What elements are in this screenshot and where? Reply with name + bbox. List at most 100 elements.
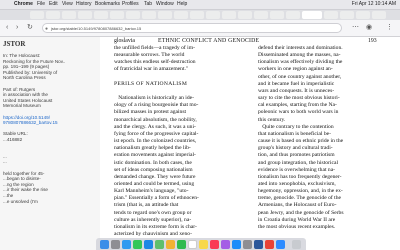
browser-tab[interactable] [286,11,300,19]
lock-icon[interactable]: ● [45,24,48,32]
text-line: set of ideas composing nationalism [114,166,193,173]
running-head-left: gloslavia [114,38,135,44]
back-icon[interactable]: ‹ [6,24,8,32]
browser-tab[interactable] [142,11,156,19]
browser-tab[interactable] [174,11,188,19]
pdf-page-view[interactable]: gloslavia ETHNIC CONFLICT AND GENOCIDE 1… [100,37,400,250]
text-line: of fratricidal war in amazement." [114,66,189,73]
zoom-icon[interactable] [276,240,285,249]
browser-tab[interactable] [270,11,284,19]
reload-icon[interactable]: ↻ [27,24,33,32]
menu-icon[interactable]: ⋮ [386,24,393,32]
text-line: oriented and could be termed, using [114,180,195,187]
browser-tab[interactable] [238,11,252,19]
running-head-title: ETHNIC CONFLICT AND GENOCIDE [158,38,260,44]
menu-item-history[interactable]: History [76,0,92,9]
text-line: ology of a rising bourgeoisie that mo- [114,102,199,109]
profile-icon[interactable]: ◉ [366,24,372,32]
text-line: the most obvious recent examples. [258,223,336,230]
browser-tab[interactable] [30,11,44,19]
text-line: bilized masses in protest against [114,109,187,116]
sidebar-line: ...e unsolved (I'm [3,198,38,204]
text-line: fying force of the progressive capital- [114,130,199,137]
trash-icon[interactable] [292,240,301,249]
text-line: group's history and cultural tradi- [258,145,333,152]
article-info-sidebar: JSTOR In: The Holocaust: Reckoning for th… [0,37,101,250]
text-line: wars and conquests. It is unneces- [258,87,335,94]
browser-tab[interactable] [46,11,60,19]
menu-item-chrome[interactable]: Chrome [14,0,33,9]
menu-item-help[interactable]: Help [177,0,187,9]
browser-tab[interactable] [126,11,140,19]
browser-tab-active[interactable] [302,11,322,19]
text-line: this century. [258,116,286,123]
text-line: evidence is overwhelming that na- [258,166,336,173]
browser-tab[interactable] [372,11,386,19]
text-line: tends to regard one's own group or [114,209,192,216]
text-line: trism (that is, an attitude that [114,202,179,209]
finder-icon[interactable] [100,240,109,249]
menu-item-tab[interactable]: Tab [144,0,152,9]
tab-strip [0,10,400,20]
facetime-icon[interactable] [177,240,186,249]
address-toolbar: ‹ › ↻ ● jstor.org/stable/10.5149/9780807… [0,20,400,37]
url-bar[interactable]: ● jstor.org/stable/10.5149/9780807886632… [42,23,342,33]
text-line: tionalism was effectively dividing the [258,59,343,66]
url-text: jstor.org/stable/10.5149/9780807886632_b… [51,26,142,31]
text-line: cal examples, starting from the Na- [258,102,337,109]
text-line [114,74,254,81]
messages-icon[interactable] [133,240,142,249]
menu-item-edit[interactable]: Edit [49,0,58,9]
text-line: the unfilled fields—a tragedy of im- [114,45,195,51]
browser-tab[interactable] [190,11,204,19]
browser-tab[interactable] [222,11,236,19]
macos-menubar: Chrome File Edit View History Bookmarks … [0,0,400,10]
calendar-icon[interactable] [188,240,197,249]
browser-tab[interactable] [158,11,172,19]
browser-tab[interactable] [62,11,76,19]
browser-tab[interactable] [254,11,268,19]
browser-tab[interactable] [324,11,338,19]
sidebar-line: ... [3,159,7,165]
browser-tab[interactable] [356,11,370,19]
text-line: defend their interests and domination. [258,45,343,51]
safari-icon[interactable] [122,240,131,249]
browser-tab[interactable] [206,11,220,19]
menu-item-bookmarks[interactable]: Bookmarks [95,0,120,9]
clock[interactable]: Fri Apr 12 10:14 AM [352,0,396,9]
photos-icon[interactable] [166,240,175,249]
app-store-icon[interactable] [232,240,241,249]
text-line: and group integration, the historical [258,159,339,166]
text-line: cause it is based on ethnic pride in the [258,138,344,145]
menu-item-profiles[interactable]: Profiles [122,0,139,9]
music-icon[interactable] [210,240,219,249]
mail-icon[interactable] [144,240,153,249]
text-line: Armenians, the Holocaust of Euro- [258,202,337,209]
text-line: tionalism has too frequently degener- [258,173,342,180]
extensions-icon[interactable]: ⋯ [352,24,359,32]
chrome-icon[interactable] [265,240,274,249]
maps-icon[interactable] [155,240,164,249]
browser-tab[interactable] [94,11,108,19]
browser-tab[interactable] [340,11,354,19]
forward-icon[interactable]: › [16,24,18,32]
text-line: ated into xenophobia, exclusivism, [258,180,336,187]
podcasts-icon[interactable] [221,240,230,249]
browser-tab[interactable] [78,11,92,19]
sidebar-line: ...416882 [3,137,23,142]
text-line: ist epoch. In the colonized countries, [114,138,197,145]
text-line: tionalism in its extreme form is char- [114,223,197,230]
settings-icon[interactable] [243,240,252,249]
menu-item-window[interactable]: Window [156,0,174,9]
jstor-logo[interactable]: JSTOR [3,40,25,48]
word-icon[interactable] [254,240,263,249]
notes-icon[interactable] [199,240,208,249]
browser-tab[interactable] [110,11,124,19]
text-line [114,88,254,95]
text-line: in Croatia during World War II are [258,216,336,223]
menu-item-file[interactable]: File [37,0,45,9]
launchpad-icon[interactable] [111,240,120,249]
text-line: poleonic wars to both world wars in [258,109,339,116]
text-line: and it became fuel in imperialistic [258,80,335,87]
menu-item-view[interactable]: View [62,0,73,9]
